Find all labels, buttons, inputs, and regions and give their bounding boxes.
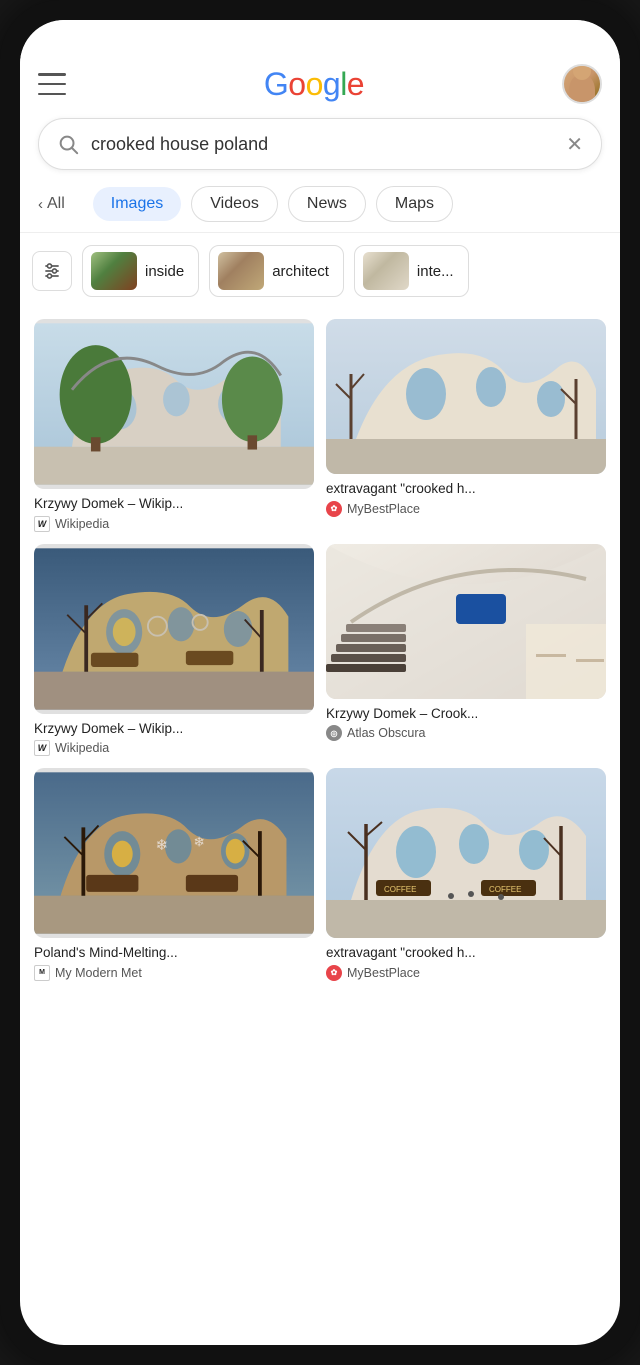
result-title-4: Krzywy Domek – Crook... bbox=[326, 705, 606, 723]
image-grid: Krzywy Domek – Wikip... W Wikipedia bbox=[20, 309, 620, 991]
result-image-5: ❄ ❄ bbox=[34, 768, 314, 938]
svg-text:❄: ❄ bbox=[155, 837, 168, 854]
chip-interior-thumb bbox=[363, 252, 409, 290]
result-source-5: M My Modern Met bbox=[34, 965, 314, 981]
chip-inside-thumb bbox=[91, 252, 137, 290]
svg-text:❄: ❄ bbox=[193, 834, 204, 849]
chip-interior[interactable]: inte... bbox=[354, 245, 469, 297]
result-image-1-svg bbox=[34, 319, 314, 489]
wikipedia-icon: W bbox=[34, 516, 50, 532]
result-source-2: ✿ MyBestPlace bbox=[326, 501, 606, 517]
modernmet-icon: M bbox=[34, 965, 50, 981]
result-card-2[interactable]: extravagant "crooked h... ✿ MyBestPlace bbox=[326, 319, 606, 532]
chip-architect-label: architect bbox=[272, 263, 329, 280]
tab-all-label: All bbox=[47, 195, 65, 213]
mybestplace-icon-2: ✿ bbox=[326, 965, 342, 981]
search-icon bbox=[57, 133, 79, 155]
result-image-6: COFFEE COFFEE bbox=[326, 768, 606, 938]
result-title-3: Krzywy Domek – Wikip... bbox=[34, 720, 314, 738]
result-card-5[interactable]: ❄ ❄ Poland's Mind-Melting... M My Modern… bbox=[34, 768, 314, 981]
status-bar bbox=[20, 20, 620, 56]
result-source-1: W Wikipedia bbox=[34, 516, 314, 532]
tab-maps[interactable]: Maps bbox=[376, 186, 453, 222]
filter-tabs: ‹ All Images Videos News Maps bbox=[20, 182, 620, 232]
tab-news[interactable]: News bbox=[288, 186, 366, 222]
result-card-4[interactable]: Krzywy Domek – Crook... ◎ Atlas Obscura bbox=[326, 544, 606, 757]
wikipedia-icon-2: W bbox=[34, 740, 50, 756]
svg-text:COFFEE: COFFEE bbox=[384, 885, 416, 894]
result-image-3-svg bbox=[34, 544, 314, 714]
result-title-6: extravagant "crooked h... bbox=[326, 944, 606, 962]
tab-all[interactable]: ‹ All bbox=[38, 187, 83, 221]
filter-icon bbox=[42, 261, 62, 281]
result-image-6-svg: COFFEE COFFEE bbox=[326, 768, 606, 938]
category-chips: inside architect inte... bbox=[20, 233, 620, 309]
result-source-name-1: Wikipedia bbox=[55, 517, 109, 531]
result-source-name-4: Atlas Obscura bbox=[347, 726, 426, 740]
atlas-obscura-icon: ◎ bbox=[326, 725, 342, 741]
phone-screen: Google crooked house poland ✕ ‹ All bbox=[20, 20, 620, 1345]
result-image-5-svg: ❄ ❄ bbox=[34, 768, 314, 938]
result-source-3: W Wikipedia bbox=[34, 740, 314, 756]
clear-search-button[interactable]: ✕ bbox=[566, 132, 583, 157]
result-card-6[interactable]: COFFEE COFFEE ext bbox=[326, 768, 606, 981]
avatar-image bbox=[564, 66, 600, 102]
header: Google bbox=[20, 56, 620, 114]
result-source-name-5: My Modern Met bbox=[55, 966, 142, 980]
tab-videos[interactable]: Videos bbox=[191, 186, 278, 222]
filter-options-button[interactable] bbox=[32, 251, 72, 291]
result-title-1: Krzywy Domek – Wikip... bbox=[34, 495, 314, 513]
chip-architect-thumb bbox=[218, 252, 264, 290]
result-source-4: ◎ Atlas Obscura bbox=[326, 725, 606, 741]
result-image-1 bbox=[34, 319, 314, 489]
search-bar[interactable]: crooked house poland ✕ bbox=[38, 118, 602, 170]
chip-architect[interactable]: architect bbox=[209, 245, 344, 297]
result-image-2-svg bbox=[326, 319, 606, 474]
result-image-3 bbox=[34, 544, 314, 714]
result-source-name-3: Wikipedia bbox=[55, 741, 109, 755]
back-icon: ‹ bbox=[38, 196, 43, 213]
result-source-6: ✿ MyBestPlace bbox=[326, 965, 606, 981]
chip-interior-label: inte... bbox=[417, 263, 454, 280]
result-card-1[interactable]: Krzywy Domek – Wikip... W Wikipedia bbox=[34, 319, 314, 532]
result-image-4 bbox=[326, 544, 606, 699]
google-logo: Google bbox=[264, 66, 364, 103]
menu-button[interactable] bbox=[38, 73, 66, 95]
phone-shell: Google crooked house poland ✕ ‹ All bbox=[0, 0, 640, 1365]
search-query: crooked house poland bbox=[91, 134, 554, 155]
result-source-name-2: MyBestPlace bbox=[347, 502, 420, 516]
tab-images[interactable]: Images bbox=[93, 187, 181, 221]
result-title-5: Poland's Mind-Melting... bbox=[34, 944, 314, 962]
mybestplace-icon: ✿ bbox=[326, 501, 342, 517]
result-image-2 bbox=[326, 319, 606, 474]
chip-inside-label: inside bbox=[145, 263, 184, 280]
result-card-3[interactable]: Krzywy Domek – Wikip... W Wikipedia bbox=[34, 544, 314, 757]
chip-inside[interactable]: inside bbox=[82, 245, 199, 297]
svg-text:COFFEE: COFFEE bbox=[489, 885, 521, 894]
result-title-2: extravagant "crooked h... bbox=[326, 480, 606, 498]
avatar[interactable] bbox=[562, 64, 602, 104]
result-source-name-6: MyBestPlace bbox=[347, 966, 420, 980]
result-image-4-svg bbox=[326, 544, 606, 699]
